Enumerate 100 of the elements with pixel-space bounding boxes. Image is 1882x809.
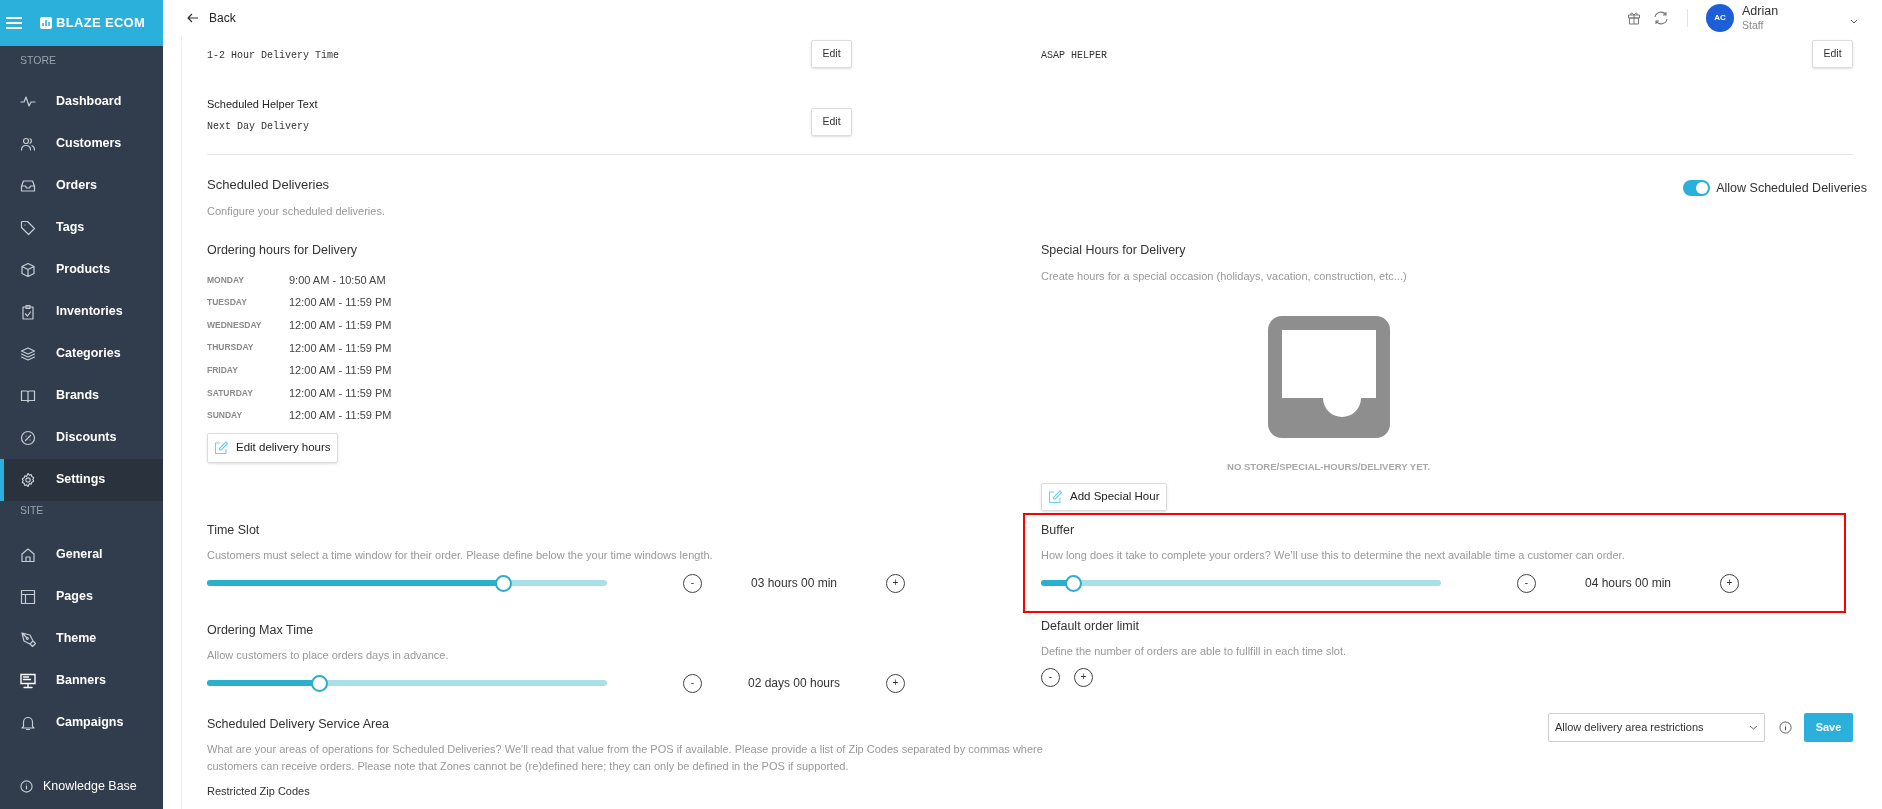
toggle-label: Allow Scheduled Deliveries xyxy=(1716,180,1867,197)
sidebar-item[interactable]: Inventories xyxy=(0,290,163,333)
hours-text: 12:00 AM - 11:59 PM xyxy=(289,318,392,333)
field-value: ASAP HELPER xyxy=(1041,49,1107,63)
section-title: Time Slot xyxy=(207,521,261,539)
section-title: Scheduled Deliveries xyxy=(207,176,331,194)
user-name: Adrian xyxy=(1742,4,1780,19)
back-arrow-icon xyxy=(187,13,199,23)
sidebar-item[interactable]: Campaigns xyxy=(0,701,163,744)
slider-reading: 02 days 00 hours xyxy=(746,675,842,693)
cube-icon xyxy=(20,261,36,278)
slider-reading: 04 hours 00 min xyxy=(1583,575,1673,593)
field-label: Scheduled Helper Text xyxy=(207,97,318,112)
book-icon xyxy=(20,387,36,404)
hours-text: 12:00 AM - 11:59 PM xyxy=(289,408,392,424)
field-label: Restricted Zip Codes xyxy=(207,784,310,800)
day-label: WEDNESDAY xyxy=(207,318,263,332)
sidebar-item[interactable]: Settings xyxy=(0,458,163,501)
add-special-hour-button[interactable]: Add Special Hour xyxy=(1041,482,1167,511)
knowledge-base-link[interactable]: Knowledge Base xyxy=(43,776,137,796)
chevron-down-icon xyxy=(1749,724,1758,730)
slider[interactable] xyxy=(207,674,607,692)
user-role: Staff xyxy=(1742,19,1765,32)
tray-icon xyxy=(20,177,36,194)
day-label: TUESDAY xyxy=(207,296,248,309)
hours-text: 12:00 AM - 11:59 PM xyxy=(289,295,392,311)
section-title: Buffer xyxy=(1041,521,1076,539)
slider-thumb[interactable] xyxy=(1065,574,1082,592)
sidebar-item[interactable]: Dashboard xyxy=(0,80,163,123)
day-label: SUNDAY xyxy=(207,409,244,422)
section-description: What are your areas of operations for Scheduled Deliveries? We'll read that value from the POS if available. Please provide a list of Zip Codes separated by commas where customers can receive orders. Please note that Zones cannot be (re)defined here; they can only be defined in the POS if supported. xyxy=(207,742,1044,775)
refresh-icon[interactable] xyxy=(1653,11,1669,25)
logo-icon xyxy=(40,17,52,29)
section-description: Configure your scheduled deliveries. xyxy=(207,203,385,219)
edit-button[interactable]: Edit xyxy=(811,108,852,136)
slider-thumb[interactable] xyxy=(311,674,328,692)
info-icon xyxy=(20,779,33,793)
clipboard-icon xyxy=(20,303,36,320)
sidebar-item[interactable]: Brands xyxy=(0,374,163,417)
slider[interactable] xyxy=(1041,574,1441,592)
section-description: Create hours for a special occasion (holidays, vacation, construction, etc...) xyxy=(1041,268,1408,284)
sidebar-item[interactable]: Categories xyxy=(0,332,163,375)
restriction-select[interactable]: Allow delivery area restrictions xyxy=(1548,712,1765,742)
section-title: Ordering hours for Delivery xyxy=(207,242,359,259)
sidebar-item[interactable]: General xyxy=(0,533,163,576)
toggle-switch[interactable] xyxy=(1683,180,1711,197)
edit-button[interactable]: Edit xyxy=(811,40,852,68)
hours-text: 12:00 AM - 11:59 PM xyxy=(289,340,392,356)
hours-text: 12:00 AM - 11:59 PM xyxy=(289,385,392,401)
section-label: STORE xyxy=(19,53,57,68)
sidebar-item[interactable]: Discounts xyxy=(0,416,163,459)
pen-nib-icon xyxy=(20,630,36,647)
section-label: SITE xyxy=(19,502,45,518)
slider[interactable] xyxy=(207,574,607,592)
section-description: Customers must select a time window for their order. Please define below the your time windows length. xyxy=(207,548,714,564)
day-label: FRIDAY xyxy=(207,364,239,377)
day-label: SATURDAY xyxy=(207,386,254,400)
edit-icon xyxy=(214,440,228,455)
edit-button[interactable]: Edit xyxy=(1812,40,1853,68)
slider-reading: 03 hours 00 min xyxy=(749,575,839,593)
edit-delivery-hours-button[interactable]: Edit delivery hours xyxy=(207,432,338,463)
gift-icon[interactable] xyxy=(1627,11,1641,25)
brand-name: BLAZE ECOM xyxy=(56,14,146,33)
sidebar-item[interactable]: Orders xyxy=(0,164,163,207)
sidebar-item[interactable]: Customers xyxy=(0,122,163,165)
percent-icon xyxy=(20,429,36,446)
sidebar-item[interactable]: Products xyxy=(0,248,163,291)
layout-icon xyxy=(20,588,36,605)
menu-icon[interactable] xyxy=(6,17,22,29)
section-title: Scheduled Delivery Service Area xyxy=(207,715,391,733)
settings-icon xyxy=(20,471,36,488)
slider-thumb[interactable] xyxy=(495,574,512,592)
field-value: Next Day Delivery xyxy=(207,119,311,134)
field-value: 1-2 Hour Delivery Time xyxy=(207,49,340,63)
users-icon xyxy=(20,135,36,152)
section-description: How long does it take to complete your orders? We’ll use this to determine the next available time a customer can order. xyxy=(1041,548,1626,564)
empty-tray-icon xyxy=(1267,316,1390,439)
monitor-icon xyxy=(20,672,36,689)
sidebar-item[interactable]: Theme xyxy=(0,617,163,660)
info-icon[interactable] xyxy=(1779,720,1792,734)
user-avatar[interactable]: AC xyxy=(1706,4,1734,32)
empty-state-text: NO STORE/SPECIAL-HOURS/DELIVERY YET. xyxy=(1227,460,1430,475)
sidebar-item[interactable]: Pages xyxy=(0,575,163,618)
bell-icon xyxy=(20,714,36,731)
day-label: MONDAY xyxy=(207,273,245,287)
section-title: Special Hours for Delivery xyxy=(1041,242,1187,259)
back-button[interactable]: Back xyxy=(187,9,236,27)
chevron-down-icon[interactable] xyxy=(1850,18,1858,24)
tag-icon xyxy=(20,219,36,236)
section-title: Ordering Max Time xyxy=(207,621,315,639)
sidebar-item[interactable]: Banners xyxy=(0,659,163,702)
day-label: THURSDAY xyxy=(207,341,255,355)
section-description: Allow customers to place orders days in advance. xyxy=(207,648,450,664)
hours-text: 9:00 AM - 10:50 AM xyxy=(289,272,386,288)
sidebar-item[interactable]: Tags xyxy=(0,206,163,249)
layers-icon xyxy=(20,345,36,362)
edit-icon xyxy=(1048,489,1062,504)
section-title: Default order limit xyxy=(1041,617,1140,635)
section-description: Define the number of orders are able to fullfill in each time slot. xyxy=(1041,644,1348,660)
home-icon xyxy=(20,546,36,563)
